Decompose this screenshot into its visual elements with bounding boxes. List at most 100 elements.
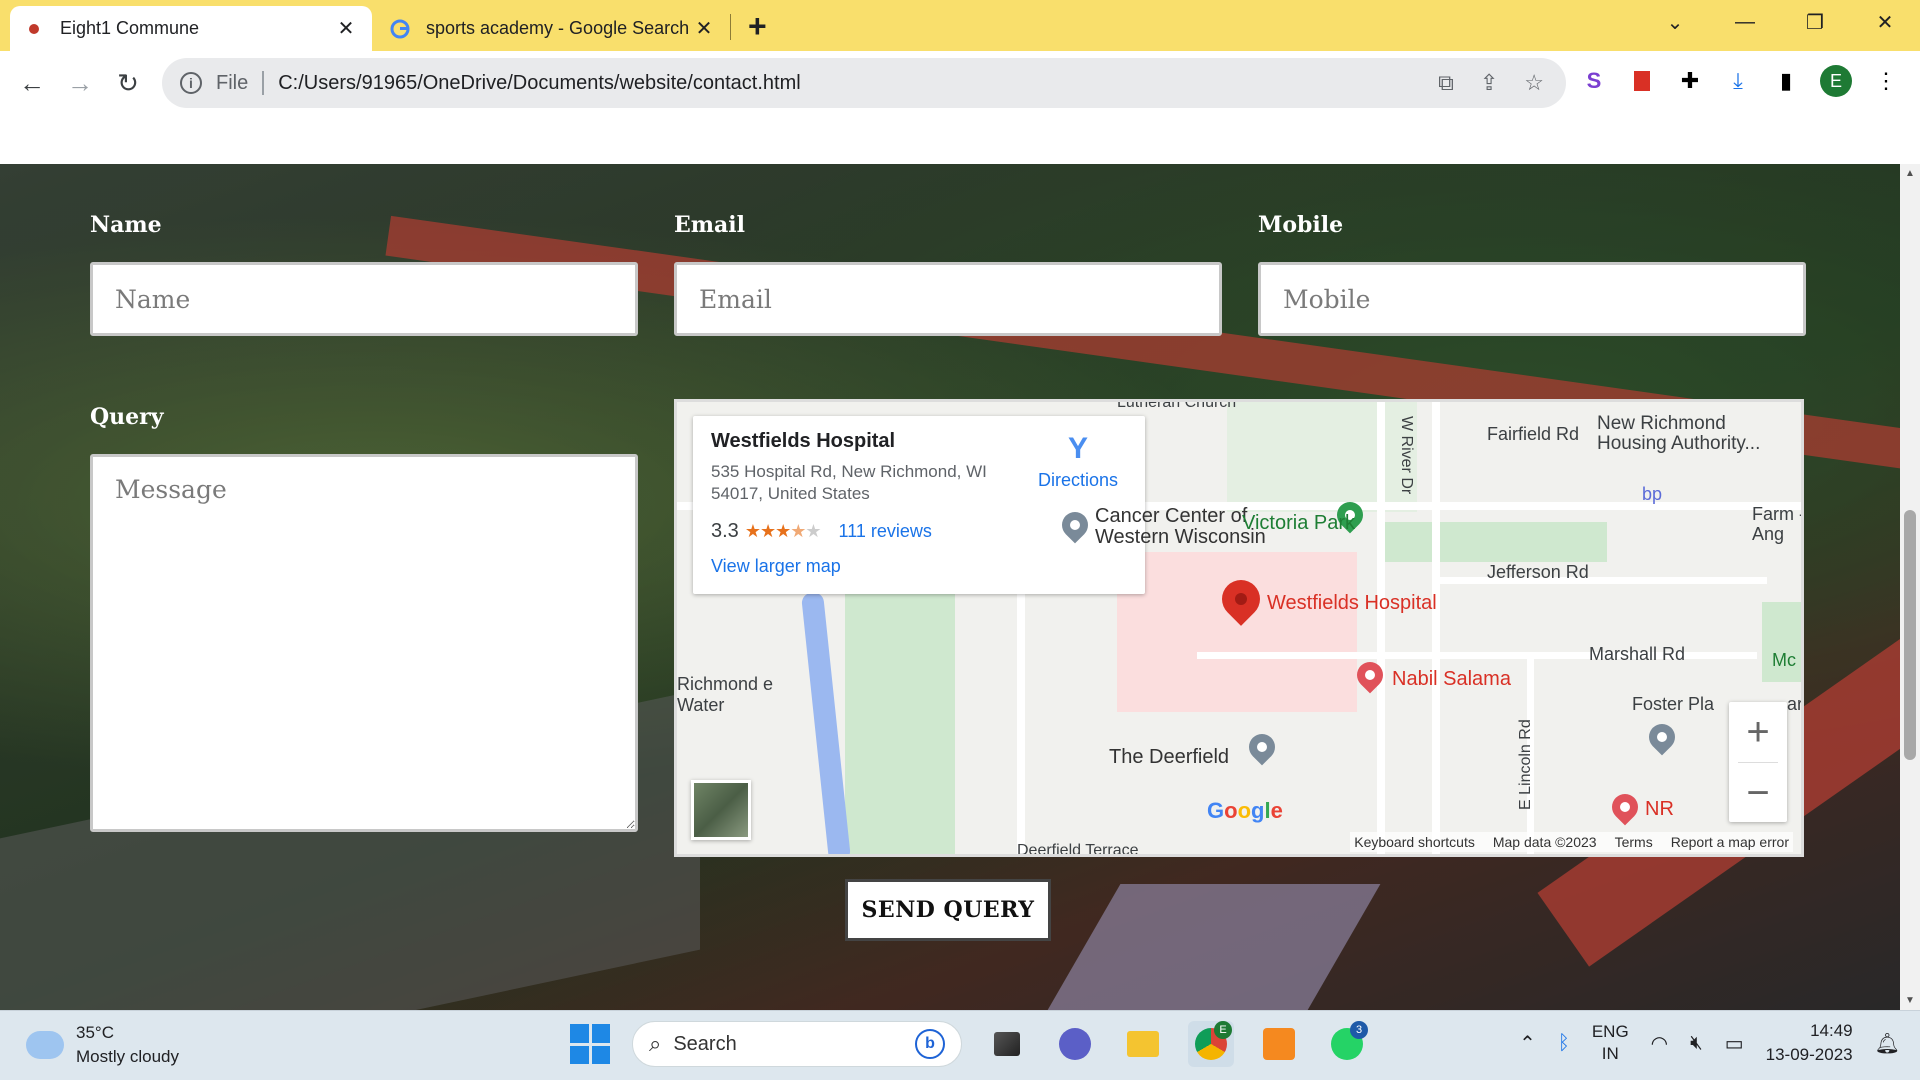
bing-icon[interactable]: b [915,1029,945,1059]
scroll-thumb[interactable] [1904,510,1916,760]
map-label: ar [1787,694,1804,714]
satellite-toggle-button[interactable] [691,780,751,840]
forward-arrow-icon[interactable]: → [62,65,98,101]
restore-button[interactable]: ❐ [1780,0,1850,44]
tab-search-icon[interactable]: ⌄ [1640,0,1710,44]
chrome-icon[interactable]: E [1188,1021,1234,1067]
windows-start-icon[interactable] [570,1024,610,1064]
whatsapp-badge: 3 [1350,1021,1368,1039]
map-label: Jefferson Rd [1487,562,1589,582]
terms-link[interactable]: Terms [1615,834,1653,850]
share-icon[interactable]: ⇪ [1480,70,1498,96]
url-text[interactable]: C:/Users/91965/OneDrive/Documents/websit… [278,72,1438,95]
bookmark-star-icon[interactable]: ☆ [1524,70,1544,96]
chrome-profile-badge: E [1214,1021,1232,1039]
zoom-in-icon[interactable]: + [1729,702,1787,762]
weather-widget[interactable]: 35°C Mostly cloudy [26,1021,179,1069]
rating-value: 3.3 [711,520,739,542]
reload-icon[interactable]: ↻ [110,65,146,101]
google-favicon-icon [390,19,410,39]
close-window-button[interactable]: ✕ [1850,0,1920,44]
taskbar-search[interactable]: ⌕ Search b [632,1021,962,1067]
map-label: Victoria Park [1242,512,1356,534]
side-panel-icon[interactable]: ▮ [1772,67,1800,95]
file-explorer-icon[interactable] [1120,1021,1166,1067]
map-label: E Lincoln Rd [1517,719,1534,810]
task-view-icon[interactable] [984,1021,1030,1067]
map-label: Marshall Rd [1589,644,1686,664]
mobile-input[interactable] [1258,262,1806,336]
address-bar[interactable]: i File C:/Users/91965/OneDrive/Documents… [162,58,1566,108]
map-label: Richmond e Water [677,674,774,715]
bluetooth-icon[interactable]: ᛒ [1558,1032,1570,1055]
scroll-down-icon[interactable]: ▼ [1900,995,1920,1006]
message-textarea[interactable] [90,454,638,832]
extension-s-icon[interactable]: S [1580,67,1608,95]
map-data-text: Map data ©2023 [1492,834,1597,850]
place-info-card: Westfields Hospital 535 Hospital Rd, New… [693,416,1145,594]
place-rating: 3.3 ★★★★★ 111 reviews [711,520,932,543]
teams-icon[interactable] [1052,1021,1098,1067]
report-error-link[interactable]: Report a map error [1671,834,1789,850]
notification-icon[interactable]: 🔔︎ [1875,1031,1900,1056]
menu-kebab-icon[interactable]: ⋮ [1872,67,1900,95]
chevron-up-icon[interactable]: ⌃ [1519,1031,1536,1056]
cloud-sun-icon [26,1031,64,1059]
extensions-puzzle-icon[interactable]: ✚ [1676,67,1704,95]
map-hospital-area [1117,552,1357,712]
lang-top: ENG [1591,1022,1629,1041]
email-input[interactable] [674,262,1222,336]
battery-icon[interactable]: ▭ [1725,1031,1744,1056]
wifi-icon[interactable]: ◠ [1651,1031,1668,1056]
download-icon[interactable]: ⤓ [1724,67,1752,95]
map-label: Westfields Hospital [1267,592,1437,614]
map-label: New Richmond Housing Authority... [1597,413,1761,454]
mobile-label: Mobile [1258,212,1344,238]
profile-avatar[interactable]: E [1820,65,1852,97]
site-favicon-icon [24,19,44,39]
google-map-embed[interactable]: Westfields Hospital 535 Hospital Rd, New… [674,399,1804,857]
back-arrow-icon[interactable]: ← [14,65,50,101]
map-road [1377,402,1385,854]
reviews-link[interactable]: 111 reviews [839,521,932,542]
map-label: Mc [1772,650,1796,670]
map-pin-icon [1243,728,1281,766]
new-tab-button[interactable]: + [748,10,767,42]
contact-section: Name Email Mobile Query Westfields Hospi… [0,164,1900,1010]
windows-taskbar: 35°C Mostly cloudy ⌕ Search b E 3 ⌃ ᛒ EN… [0,1010,1920,1080]
clock[interactable]: 14:49 13-09-2023 [1766,1019,1853,1067]
rating-stars-icon: ★★★★★ [744,521,822,541]
hospital-h-pin-icon [1606,788,1644,826]
scheme-label: File [216,71,249,94]
tab-eight1-commune[interactable]: Eight1 Commune ✕ [10,6,372,51]
query-label: Query [90,404,164,430]
minimize-button[interactable]: — [1710,0,1780,44]
tab-divider [730,14,731,40]
tab-close-icon[interactable]: ✕ [334,16,358,41]
tab-sports-academy-search[interactable]: sports academy - Google Search ✕ [376,6,730,51]
map-road [1017,552,1025,854]
map-park-area [1227,402,1417,512]
send-query-button[interactable]: SEND QUERY [845,879,1051,941]
view-larger-map-link[interactable]: View larger map [711,556,841,577]
directions-button[interactable]: Y Directions [1033,432,1123,491]
speaker-muted-icon[interactable]: 🔇︎ [1690,1032,1703,1055]
whatsapp-icon[interactable]: 3 [1324,1021,1370,1067]
extension-book-icon[interactable] [1628,67,1656,95]
keyboard-shortcuts-link[interactable]: Keyboard shortcuts [1354,834,1475,850]
sublime-text-icon[interactable] [1256,1021,1302,1067]
search-label: Search [673,1032,737,1055]
scroll-up-icon[interactable]: ▲ [1900,168,1920,179]
tab-close-icon[interactable]: ✕ [692,16,716,41]
page-scrollbar[interactable]: ▲ ▼ [1900,164,1920,1010]
name-input[interactable] [90,262,638,336]
place-address: 535 Hospital Rd, New Richmond, WI 54017,… [711,462,987,503]
zoom-out-icon[interactable]: − [1729,763,1787,823]
map-park-area [845,552,955,854]
language-indicator[interactable]: ENG IN [1592,1021,1629,1065]
translate-icon[interactable]: ⧉ [1438,70,1454,96]
site-info-icon[interactable]: i [180,72,202,94]
map-label: Farm - Ang [1752,504,1804,544]
page-top-area [0,114,1920,164]
map-footer: Keyboard shortcuts Map data ©2023 Terms … [1350,832,1793,852]
